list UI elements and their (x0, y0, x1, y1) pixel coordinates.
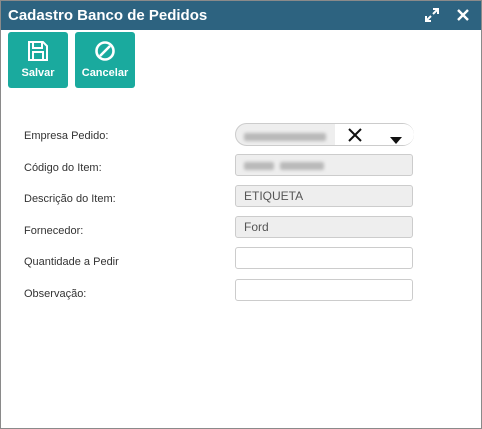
window-title: Cadastro Banco de Pedidos (8, 7, 208, 24)
cancel-button-label: Cancelar (81, 67, 129, 79)
codigo-label: Código do Item: (24, 162, 102, 174)
fornecedor-label: Fornecedor: (24, 225, 84, 237)
quantidade-label: Quantidade a Pedir (24, 256, 119, 268)
observacao-input[interactable] (235, 279, 413, 301)
codigo-value-redacted (244, 158, 330, 172)
observacao-label: Observação: (24, 288, 87, 300)
fornecedor-field: Ford (235, 216, 413, 238)
save-button[interactable]: Salvar (8, 32, 68, 88)
descricao-label: Descrição do Item: (24, 193, 116, 205)
cancel-icon (93, 39, 117, 68)
expand-icon[interactable] (425, 8, 441, 24)
empresa-label: Empresa Pedido: (24, 130, 109, 142)
empresa-select[interactable] (235, 123, 414, 146)
quantidade-input[interactable] (235, 247, 413, 269)
title-bar: Cadastro Banco de Pedidos (1, 1, 481, 30)
caret-down-icon[interactable] (390, 131, 402, 149)
dialog-window: Cadastro Banco de Pedidos Salvar Cancela… (0, 0, 482, 429)
descricao-field: ETIQUETA (235, 185, 413, 207)
clear-icon[interactable] (347, 127, 363, 148)
empresa-value-redacted (244, 127, 336, 142)
cancel-button[interactable]: Cancelar (75, 32, 135, 88)
codigo-field (235, 154, 413, 176)
close-icon[interactable] (456, 8, 472, 24)
floppy-disk-icon (26, 39, 50, 68)
save-button-label: Salvar (21, 67, 55, 79)
select-actions (335, 124, 414, 145)
